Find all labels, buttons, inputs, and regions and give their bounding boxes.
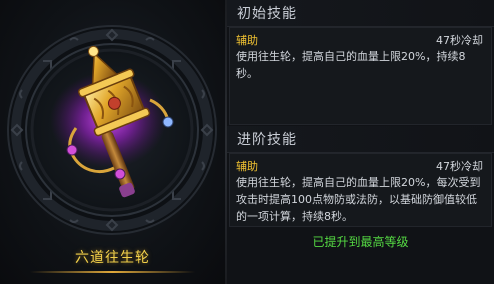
advanced-skill-title: 进阶技能 xyxy=(237,132,297,148)
initial-skill-header: 初始技能 xyxy=(227,0,494,27)
advanced-skill-description: 使用往生轮，提高自己的血量上限20%，每次受到攻击时提高100点物防或法防，以基… xyxy=(236,176,481,223)
skill-detail-window: 六道往生轮 初始技能 辅助 47秒冷却 使用往生轮，提高自己的血量上限20%，持… xyxy=(0,0,494,284)
initial-skill-title: 初始技能 xyxy=(237,6,297,22)
skill-panel: 初始技能 辅助 47秒冷却 使用往生轮，提高自己的血量上限20%，持续8秒。 进… xyxy=(227,0,494,284)
item-frame xyxy=(7,25,217,235)
item-showcase: 六道往生轮 xyxy=(0,0,225,284)
advanced-skill-box: 辅助 47秒冷却 使用往生轮，提高自己的血量上限20%，每次受到攻击时提高100… xyxy=(229,153,492,227)
item-name-underline xyxy=(30,271,195,273)
advanced-skill-type: 辅助 xyxy=(236,160,258,173)
initial-skill-type: 辅助 xyxy=(236,34,258,47)
max-level-status: 已提升到最高等级 xyxy=(312,235,409,249)
advanced-skill-header: 进阶技能 xyxy=(227,126,494,153)
initial-skill-description: 使用往生轮，提高自己的血量上限20%，持续8秒。 xyxy=(236,50,466,80)
initial-skill-cooldown: 47秒冷却 xyxy=(436,34,483,47)
advanced-skill-cooldown: 47秒冷却 xyxy=(436,160,483,173)
initial-skill-box: 辅助 47秒冷却 使用往生轮，提高自己的血量上限20%，持续8秒。 xyxy=(229,27,492,125)
item-name: 六道往生轮 xyxy=(75,250,150,266)
